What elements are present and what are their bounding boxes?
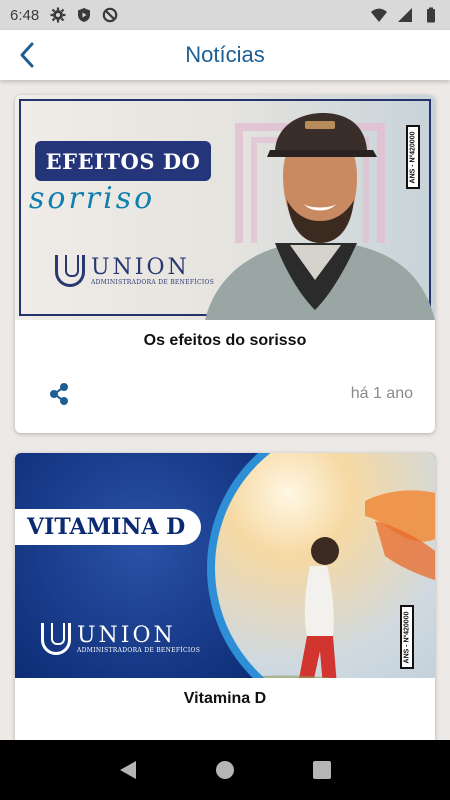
- ans-text: ANS - Nº420000: [403, 611, 411, 663]
- news-list[interactable]: EFEITOS DO sorriso UNION ADMINISTRADORA …: [0, 80, 450, 740]
- news-time: há 1 ano: [350, 385, 413, 402]
- banner-script-text: sorriso: [29, 181, 156, 216]
- status-bar: 6:48: [0, 0, 450, 30]
- gear-icon: [49, 6, 67, 24]
- union-logo: UNION ADMINISTRADORA DE BENEFÍCIOS: [41, 623, 200, 655]
- union-logo: UNION ADMINISTRADORA DE BENEFÍCIOS: [55, 255, 214, 287]
- ans-badge: ANS - Nº420000: [400, 605, 414, 669]
- home-circle-icon: [215, 761, 234, 779]
- status-right-icons: [370, 6, 440, 24]
- system-nav-bar: [0, 740, 450, 800]
- union-logo-mark: [41, 623, 71, 655]
- no-sync-icon: [101, 6, 119, 24]
- banner-headline: EFEITOS DO: [35, 141, 211, 181]
- news-card[interactable]: EFEITOS DO sorriso UNION ADMINISTRADORA …: [15, 95, 435, 433]
- wifi-icon: [370, 6, 388, 24]
- logo-subtitle: ADMINISTRADORA DE BENEFÍCIOS: [91, 278, 215, 286]
- nav-home-button[interactable]: [205, 750, 245, 790]
- union-logo-mark: [55, 255, 85, 287]
- ans-text: ANS - Nº420000: [409, 131, 417, 183]
- back-button[interactable]: [10, 38, 44, 72]
- logo-subtitle: ADMINISTRADORA DE BENEFÍCIOS: [77, 646, 201, 654]
- card-footer: há 1 ano: [15, 355, 435, 433]
- status-left-icons: [49, 6, 119, 24]
- nav-back-button[interactable]: [108, 750, 148, 790]
- news-title[interactable]: Os efeitos do sorisso: [15, 332, 435, 350]
- logo-name: UNION: [77, 622, 176, 648]
- shield-play-icon: [75, 6, 93, 24]
- recents-square-icon: [312, 761, 331, 779]
- chevron-left-icon: [20, 42, 34, 68]
- back-triangle-icon: [120, 761, 137, 779]
- page-title: Notícias: [185, 42, 265, 67]
- status-time: 6:48: [10, 6, 40, 24]
- nav-recents-button[interactable]: [302, 750, 342, 790]
- logo-name: UNION: [91, 254, 190, 280]
- signal-icon: [396, 6, 414, 24]
- battery-icon: [422, 6, 440, 24]
- news-banner-image[interactable]: EFEITOS DO sorriso UNION ADMINISTRADORA …: [15, 95, 435, 320]
- share-icon: [50, 383, 68, 405]
- share-button[interactable]: [37, 372, 81, 416]
- news-card[interactable]: VITAMINA D UNION ADMINISTRADORA DE BENEF…: [15, 453, 435, 740]
- banner-headline: VITAMINA D: [15, 509, 201, 545]
- app-bar: Notícias: [0, 30, 450, 80]
- ans-badge: ANS - Nº420000: [406, 125, 420, 189]
- smiling-man-illustration: [205, 113, 435, 320]
- news-title[interactable]: Vitamina D: [15, 690, 435, 708]
- news-banner-image[interactable]: VITAMINA D UNION ADMINISTRADORA DE BENEF…: [15, 453, 435, 678]
